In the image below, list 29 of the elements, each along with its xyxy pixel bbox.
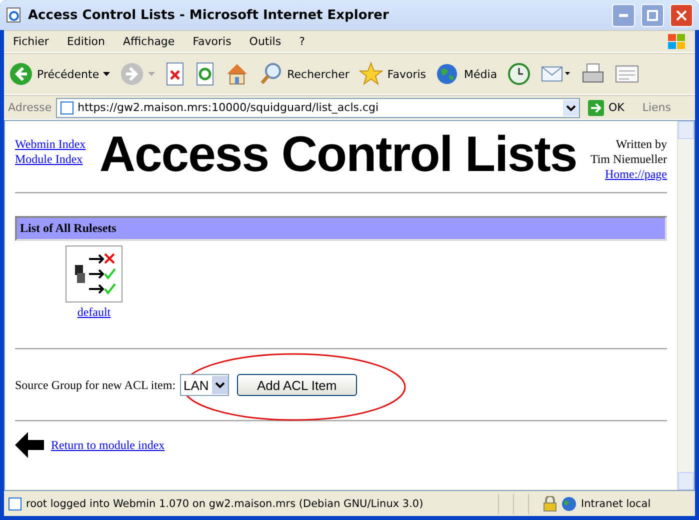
menu-item[interactable]: Favoris bbox=[184, 35, 240, 48]
ruleset-link[interactable]: default bbox=[77, 305, 111, 320]
menu-item[interactable]: Edition bbox=[58, 35, 114, 48]
author-text: Written by bbox=[616, 137, 667, 152]
menu-item[interactable]: Outils bbox=[240, 35, 290, 48]
menu-item[interactable]: Affichage bbox=[114, 35, 184, 48]
links-label[interactable]: Liens bbox=[638, 101, 691, 114]
home-link[interactable]: Home://page bbox=[605, 167, 667, 182]
return-link[interactable]: Return to module index bbox=[51, 438, 165, 452]
status-text: root logged into Webmin 1.070 on gw2.maison.mrs (Debian GNU/Linux 3.0) bbox=[26, 498, 424, 510]
section-header: List of All Rulesets bbox=[15, 216, 667, 241]
go-button[interactable]: OK bbox=[584, 100, 634, 116]
search-button[interactable]: Rechercher bbox=[254, 62, 354, 86]
zone-text: Intranet local bbox=[581, 498, 652, 510]
author-text: Tim Niemueller bbox=[590, 152, 667, 167]
nav-link[interactable]: Webmin Index bbox=[15, 137, 86, 152]
form-label: Source Group for new ACL item: bbox=[15, 378, 176, 392]
back-button[interactable]: Précédente bbox=[4, 62, 116, 86]
window-title: Access Control Lists - Microsoft Internet Explorer bbox=[28, 8, 390, 22]
favorites-button[interactable]: Favoris bbox=[354, 62, 432, 86]
menu-item[interactable]: ? bbox=[290, 35, 314, 48]
media-button[interactable]: Média bbox=[431, 62, 502, 86]
add-acl-item-button[interactable]: Add ACL Item bbox=[236, 374, 357, 396]
source-group-select[interactable]: LAN bbox=[180, 374, 229, 396]
nav-link[interactable]: Module Index bbox=[15, 152, 86, 167]
menu-item[interactable]: Fichier bbox=[4, 35, 58, 48]
address-label: Adresse bbox=[8, 101, 52, 114]
address-field[interactable]: https://gw2.maison.mrs:10000/squidguard/list_acls.cgi bbox=[56, 98, 580, 118]
page-heading: Access Control Lists bbox=[98, 129, 578, 179]
